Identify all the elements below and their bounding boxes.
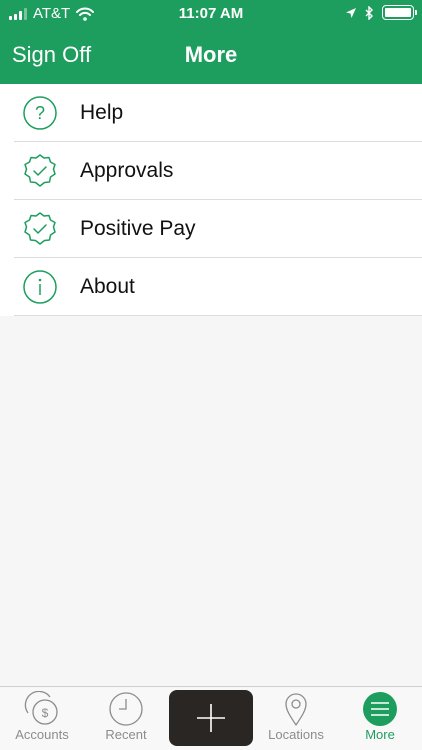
location-pin-icon <box>285 693 307 726</box>
menu-item-label: Positive Pay <box>80 217 196 240</box>
menu-item-label: Approvals <box>80 159 174 182</box>
plus-icon <box>197 704 225 732</box>
info-circle-icon <box>23 270 57 304</box>
menu-item-label: Help <box>80 101 124 124</box>
menu-item-about[interactable]: About <box>0 258 422 316</box>
tab-bar: $ Accounts Recent Locations More <box>0 686 422 750</box>
question-circle-icon: ? <box>23 96 57 130</box>
status-right <box>345 5 417 20</box>
status-bar: AT&T 11:07 AM <box>0 0 422 28</box>
menu-item-help[interactable]: ? Help <box>0 84 422 142</box>
location-arrow-icon <box>346 7 356 18</box>
tab-label: Accounts <box>15 727 69 742</box>
check-badge-icon <box>24 154 56 187</box>
tab-locations[interactable]: Locations <box>254 687 338 750</box>
tab-label: Recent <box>105 727 147 742</box>
tab-accounts[interactable]: $ Accounts <box>0 687 84 750</box>
menu-item-approvals[interactable]: Approvals <box>0 142 422 200</box>
menu-icon <box>363 692 397 726</box>
svg-text:$: $ <box>42 706 49 720</box>
svg-text:?: ? <box>35 103 45 123</box>
tab-label: Locations <box>268 727 324 742</box>
clock-icon <box>109 692 143 726</box>
battery-icon <box>382 5 417 20</box>
accounts-dollar-icon: $ <box>24 691 58 725</box>
menu-item-label: About <box>80 275 135 298</box>
tab-recent[interactable]: Recent <box>84 687 168 750</box>
sign-off-button[interactable]: Sign Off <box>12 42 91 68</box>
menu-item-positive-pay[interactable]: Positive Pay <box>0 200 422 258</box>
divider <box>14 315 422 316</box>
tab-label: More <box>365 727 395 742</box>
check-badge-icon <box>24 212 56 245</box>
bluetooth-icon <box>365 5 373 20</box>
more-menu-list: ? Help Approvals Positive Pay About <box>0 84 422 316</box>
nav-bar: Sign Off More <box>0 28 422 84</box>
tab-more[interactable]: More <box>338 687 422 750</box>
add-button[interactable] <box>169 690 253 746</box>
